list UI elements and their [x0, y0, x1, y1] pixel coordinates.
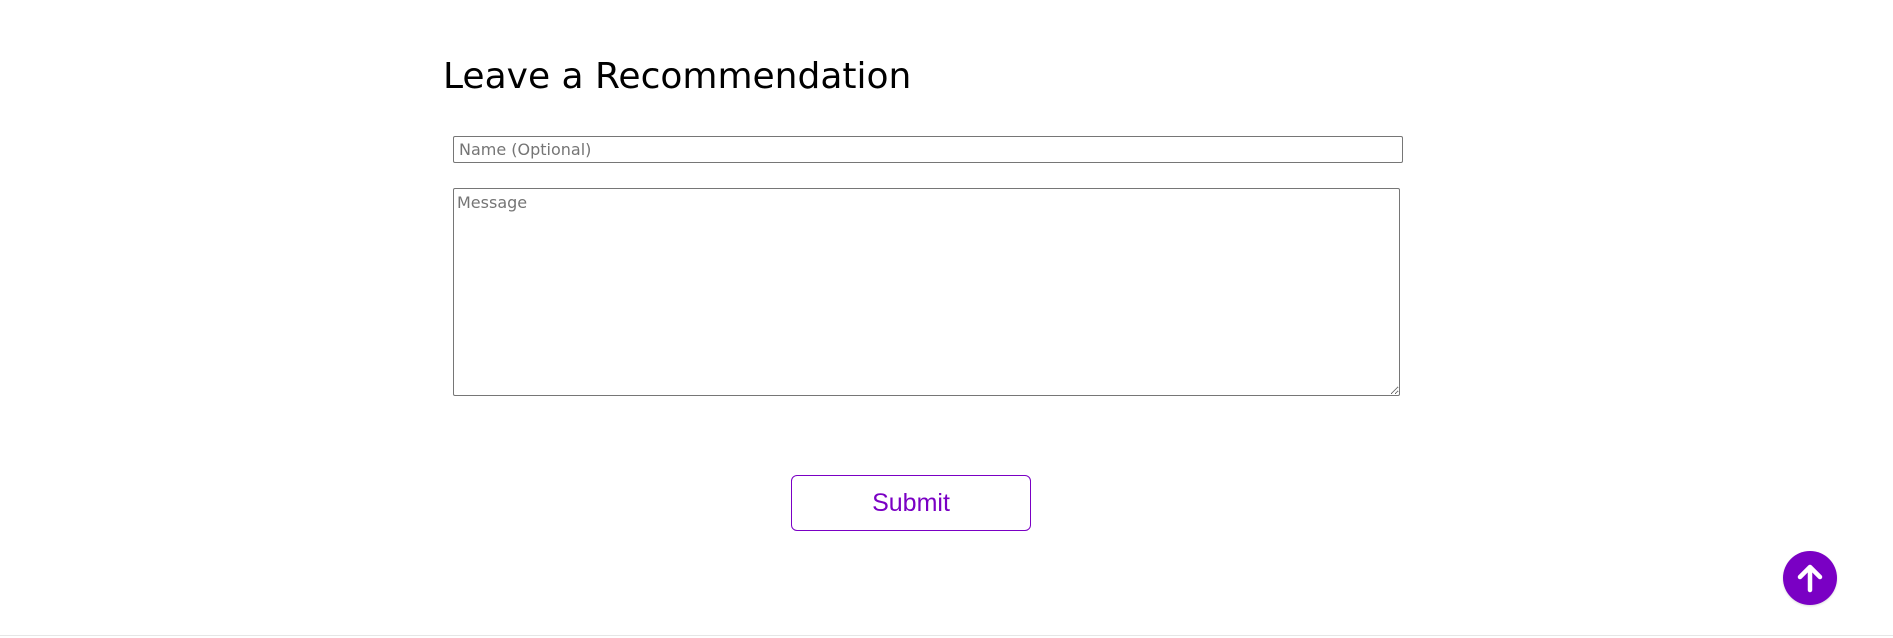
submit-button[interactable]: Submit: [791, 475, 1031, 531]
scroll-to-top-button[interactable]: [1783, 551, 1837, 605]
section-title: Leave a Recommendation: [443, 56, 912, 97]
bottom-divider: [0, 635, 1893, 636]
recommendation-section: Leave a Recommendation Submit: [0, 0, 1893, 636]
message-textarea[interactable]: [453, 188, 1400, 396]
arrow-up-icon: [1797, 564, 1823, 593]
name-input[interactable]: [453, 136, 1403, 163]
